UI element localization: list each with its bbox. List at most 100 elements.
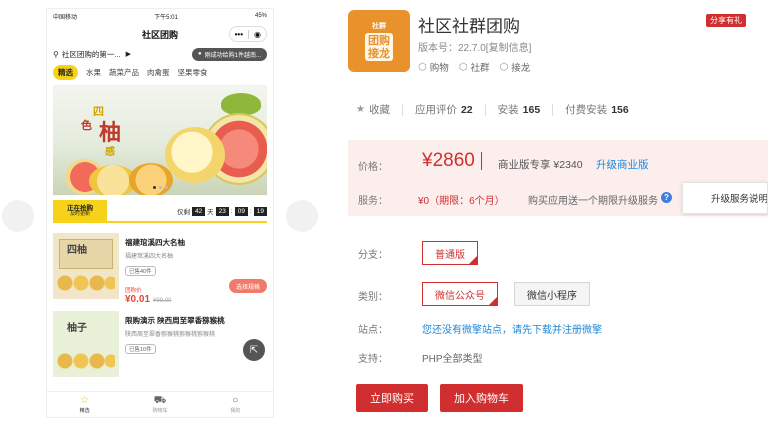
category-tab-meat-egg[interactable]: 肉禽蛋 [147, 67, 170, 78]
banner-dot[interactable] [158, 186, 162, 189]
cart-icon: ⛟ [153, 394, 167, 406]
phone-title: 社区团购 [141, 29, 178, 40]
app-detail-page: 中国移动 下午5:01 45% 社区团购 ••• ◉ ⚲ 社区团购的第一... … [0, 0, 768, 433]
type-option-mini-program[interactable]: 微信小程序 [514, 282, 590, 306]
tab-mine[interactable]: ○ 我的 [198, 392, 273, 417]
battery-text: 45% [254, 13, 267, 19]
category-tab-fruit[interactable]: 水果 [86, 67, 101, 78]
countdown-minutes: 09 [234, 206, 248, 216]
type-option-official-account[interactable]: 微信公众号 [422, 282, 498, 306]
star-icon: ★ [356, 104, 365, 115]
add-to-cart-button[interactable]: 加入购物车 [440, 384, 523, 412]
collect-button[interactable]: ★ 收藏 [356, 102, 390, 117]
phone-tab-bar: ☆ 精选 ⛟ 购物车 ○ 我的 [47, 391, 273, 417]
carousel-prev-button[interactable] [2, 200, 34, 232]
old-price: ¥99.00 [153, 298, 172, 304]
product-title[interactable]: 福建琯溪四大名柚 [125, 237, 267, 248]
category-tab-featured[interactable]: 精选 [53, 64, 78, 80]
carrier-text: 中国移动 [53, 14, 78, 21]
category-tabs: 精选 水果 蔬菜产品 肉禽蛋 坚果零食 [47, 63, 273, 81]
time-text: 下午5:01 [154, 14, 178, 21]
business-price: 商业版专享 ¥2340 [498, 159, 583, 171]
capsule-divider [248, 29, 250, 39]
product-image-text: 柚子 [67, 323, 87, 334]
product-card[interactable]: 柚子 限购演示 陕西周至翠香猕猴桃 陕西周至翠香猕猴桃猕猴桃猕猴桃 已售10件 [53, 311, 267, 383]
help-icon[interactable]: ? [661, 192, 672, 203]
phone-preview: 中国移动 下午5:01 45% 社区团购 ••• ◉ ⚲ 社区团购的第一... … [46, 8, 274, 418]
logo-line-2: 团购 接龙 [365, 33, 393, 61]
upgrade-business-link[interactable]: 升级商业版 [596, 157, 649, 172]
share-reward-button[interactable]: 分享有礼 [706, 14, 746, 27]
price-divider [480, 152, 482, 170]
miniprogram-capsule[interactable]: ••• ◉ [228, 26, 267, 42]
price-value: ¥2860 [422, 150, 475, 171]
countdown-hours: 23 [215, 206, 229, 216]
close-target-icon[interactable]: ◉ [254, 30, 261, 39]
notice-text: 刚成功给购1件越南... [204, 52, 261, 59]
tab-label: 购物车 [152, 407, 168, 414]
order-notice: ● 刚成功给购1件越南... [192, 47, 267, 61]
tag-label: 接龙 [511, 63, 531, 74]
product-info: 福建琯溪四大名柚 福建琯溪四大名柚 已售40件 团购价 ¥0.01 ¥99.00 … [125, 233, 267, 305]
service-description: 购买应用送一个期限升级服务 [528, 196, 658, 207]
service-tooltip: 升级服务说明 [682, 182, 768, 214]
site-label: 站点： [358, 325, 388, 336]
location-row: ⚲ 社区团购的第一... ▶ ● 刚成功给购1件越南... [47, 45, 273, 63]
carousel-next-button[interactable] [286, 200, 318, 232]
tag-shopping[interactable]: ⬡ 购物 [418, 60, 449, 75]
tag-label: 社群 [470, 63, 490, 74]
category-tab-snacks[interactable]: 坚果零食 [178, 67, 208, 78]
share-icon[interactable]: ⇱ [243, 339, 265, 361]
type-label: 类别： [358, 292, 388, 303]
countdown-days: 42 [191, 206, 206, 216]
more-icon[interactable]: ••• [235, 30, 243, 39]
product-card[interactable]: 四柚 福建琯溪四大名柚 福建琯溪四大名柚 已售40件 团购价 ¥0.01 ¥99.… [53, 233, 267, 305]
phone-header: 社区团购 ••• ◉ [47, 23, 273, 45]
buy-now-button[interactable]: 立即购买 [356, 384, 428, 412]
banner-fruit-slice-orange [129, 163, 173, 195]
countdown-prefix: 仅剩 [176, 209, 190, 216]
logo-line-1: 社群 [372, 23, 386, 30]
banner-dot[interactable] [152, 186, 156, 189]
flash-subtitle: 及时更新 [69, 210, 90, 217]
tag-community[interactable]: ⬡ 社群 [458, 60, 490, 75]
flash-sale-tag: 正在抢购 及时更新 [53, 200, 107, 222]
app-title: 社区社群团购 [418, 17, 520, 36]
select-spec-button[interactable]: 选择规格 [228, 279, 267, 293]
branch-label: 分支： [358, 250, 388, 261]
category-tab-vegetables[interactable]: 蔬菜产品 [109, 67, 139, 78]
register-site-link[interactable]: 您还没有微擎站点，请先下载并注册微擎 [422, 321, 602, 336]
rating-stat[interactable]: 应用评价 22 [415, 102, 473, 117]
product-fruits [57, 271, 115, 295]
install-label: 安装 [497, 104, 519, 116]
banner-dots [53, 186, 267, 189]
rating-value: 22 [460, 103, 473, 116]
product-image[interactable]: 柚子 [53, 311, 119, 377]
app-logo: 社群 团购 接龙 [348, 10, 410, 72]
install-stat: 安装 165 [498, 102, 541, 117]
stats-divider [484, 103, 486, 116]
service-row-label: 服务： [358, 196, 388, 207]
location-text[interactable]: 社区团购的第一... [62, 49, 121, 60]
promo-banner[interactable]: 四 色 柚 感 [53, 85, 267, 195]
product-title[interactable]: 限购演示 陕西周至翠香猕猴桃 [125, 315, 267, 326]
service-value: ¥0（期限：6个月） [418, 196, 505, 207]
collect-label: 收藏 [368, 104, 390, 116]
paid-label: 付费安装 [565, 104, 608, 116]
tab-featured[interactable]: ☆ 精选 [47, 392, 122, 417]
banner-dot[interactable] [164, 186, 168, 189]
tab-label: 精选 [79, 407, 90, 414]
app-version[interactable]: 版本号：22.7.0[复制信息] [418, 39, 531, 54]
paid-install-stat: 付费安装 156 [565, 102, 629, 117]
countdown-seconds: 19 [253, 206, 267, 216]
branch-option-standard[interactable]: 普通版 [422, 241, 478, 265]
tab-cart[interactable]: ⛟ 购物车 [122, 392, 197, 417]
arrow-right-icon[interactable]: ▶ [126, 50, 131, 58]
countdown-colon: : [230, 207, 233, 215]
tag-icon: ⬡ [458, 61, 468, 73]
install-value: 165 [522, 103, 541, 116]
tag-relay[interactable]: ⬡ 接龙 [500, 60, 531, 75]
product-image[interactable]: 四柚 [53, 233, 119, 299]
product-subtitle: 福建琯溪四大名柚 [125, 254, 174, 260]
product-fruits [57, 349, 115, 373]
